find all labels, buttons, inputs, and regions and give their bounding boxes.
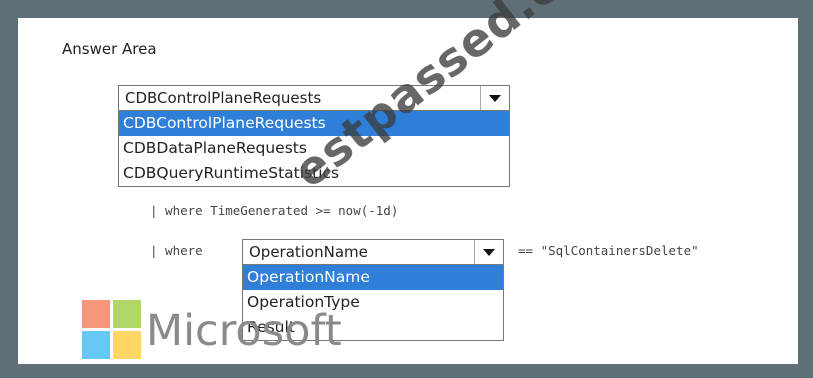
code-line-where-suffix: == "SqlContainersDelete": [518, 243, 699, 258]
logo-square-yellow: [113, 331, 141, 359]
field-dropdown-value: OperationName: [249, 243, 368, 261]
code-line-timegenerated: | where TimeGenerated >= now(-1d): [150, 203, 399, 218]
logo-square-red: [82, 300, 110, 328]
table-dropdown-value: CDBControlPlaneRequests: [125, 89, 322, 107]
field-dropdown-selected[interactable]: OperationName: [243, 240, 503, 265]
logo-square-blue: [82, 331, 110, 359]
triangle-down-icon[interactable]: [474, 240, 503, 264]
answer-area-title: Answer Area: [62, 40, 157, 58]
field-option-operation-name[interactable]: OperationName: [243, 265, 503, 290]
triangle-down-icon[interactable]: [480, 86, 509, 110]
logo-square-green: [113, 300, 141, 328]
microsoft-wordmark: Microsoft: [146, 306, 342, 356]
microsoft-logo-icon: [82, 300, 142, 360]
code-line-where-prefix: | where: [150, 243, 203, 258]
